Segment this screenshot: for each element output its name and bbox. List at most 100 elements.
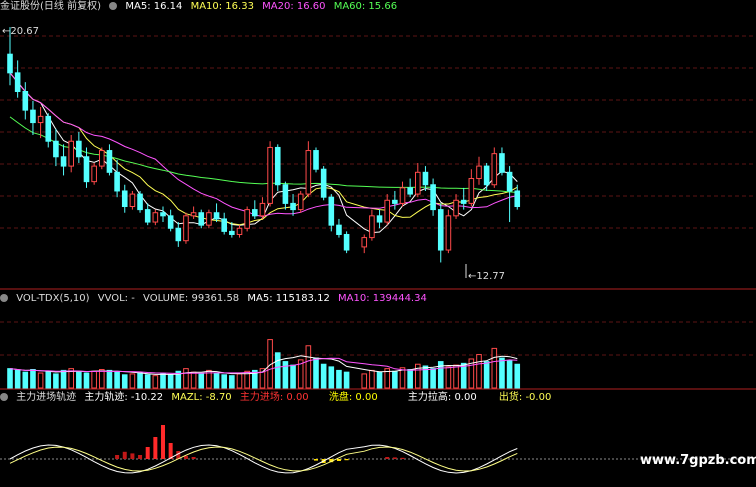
ma5-label: MA5: 16.14 bbox=[125, 1, 183, 12]
candle-body bbox=[221, 218, 227, 232]
candle-body bbox=[499, 153, 505, 173]
candle-body bbox=[297, 193, 304, 211]
volume-bar bbox=[343, 371, 350, 389]
settings-dot-icon[interactable] bbox=[0, 393, 8, 401]
candle-body bbox=[167, 215, 174, 229]
wash-bar bbox=[314, 459, 318, 461]
candle-body bbox=[328, 196, 335, 226]
ma60-label: MA60: 15.66 bbox=[333, 1, 398, 12]
stock-title[interactable]: 金证股份(日线 前复权) bbox=[0, 1, 101, 12]
candle-body bbox=[37, 115, 44, 124]
ma20-line bbox=[9, 72, 518, 218]
ma20-label: MA20: 16.60 bbox=[262, 1, 326, 12]
candle-body bbox=[506, 171, 513, 192]
vol-indicator-name[interactable]: VOL-TDX(5,10) bbox=[16, 293, 89, 304]
candle-body bbox=[259, 202, 266, 217]
candle-body bbox=[392, 199, 398, 204]
main-force-bar bbox=[168, 443, 173, 459]
candle-body bbox=[453, 199, 459, 217]
volume-bar bbox=[506, 360, 513, 389]
main-force-bar bbox=[122, 451, 127, 459]
volume-bar bbox=[236, 373, 243, 389]
candle-body bbox=[137, 193, 143, 211]
volume-bar bbox=[99, 369, 105, 389]
volume-bar bbox=[483, 361, 490, 389]
volume-bar bbox=[53, 373, 59, 389]
candle-body bbox=[175, 227, 182, 242]
candle-body bbox=[30, 109, 36, 124]
candle-body bbox=[468, 178, 475, 204]
mazl-label: MAZL: -8.70 bbox=[171, 392, 232, 403]
candle-body bbox=[491, 153, 498, 186]
main-force-bar bbox=[392, 457, 397, 459]
candle-body bbox=[76, 140, 82, 158]
main-force-bar bbox=[130, 453, 135, 459]
volume-bar bbox=[336, 369, 342, 389]
volume-bar bbox=[45, 370, 52, 389]
candle-body bbox=[121, 190, 128, 208]
candle-body bbox=[213, 212, 220, 220]
candle-body bbox=[422, 171, 429, 186]
candle-body bbox=[282, 184, 289, 204]
volume-bar bbox=[221, 374, 227, 389]
volume-bar bbox=[290, 364, 296, 389]
wash-bar bbox=[336, 459, 341, 461]
candle-body bbox=[305, 150, 312, 195]
high-value: 20.67 bbox=[10, 26, 40, 37]
volume-bar bbox=[305, 345, 312, 389]
candle-body bbox=[206, 212, 212, 226]
candle-body bbox=[144, 209, 151, 223]
high-price-label: ←20.67 bbox=[2, 26, 39, 38]
candle-body bbox=[129, 193, 136, 208]
volume-bar bbox=[30, 369, 36, 389]
volume-bar bbox=[198, 373, 205, 389]
volume-bar bbox=[369, 369, 375, 389]
volume-bar bbox=[213, 372, 220, 389]
volume-bar bbox=[407, 369, 413, 389]
volume-bar bbox=[476, 354, 482, 389]
volume-bar bbox=[514, 363, 521, 389]
indicator-header: 主力进场轨迹 主力轨迹: -10.22 MAZL: -8.70 主力进场: 0.… bbox=[0, 392, 556, 404]
volume-bar bbox=[7, 368, 13, 389]
volume-bar bbox=[430, 368, 436, 389]
main-force-bar bbox=[153, 437, 158, 459]
candle-body bbox=[160, 212, 166, 217]
volume-bar bbox=[114, 371, 120, 389]
volume-bar bbox=[76, 371, 82, 389]
indicator-name[interactable]: 主力进场轨迹 bbox=[16, 392, 76, 403]
volume-bar bbox=[60, 369, 67, 389]
volume-bar bbox=[361, 373, 368, 389]
volume-bar bbox=[453, 364, 459, 389]
settings-dot-icon[interactable] bbox=[0, 294, 8, 302]
volume-bar bbox=[167, 374, 174, 389]
settings-dot-icon[interactable] bbox=[109, 2, 118, 10]
candle-body bbox=[114, 171, 120, 192]
ma10-label: MA10: 16.33 bbox=[190, 1, 254, 12]
indicator-series bbox=[9, 425, 518, 474]
main-force-bar bbox=[191, 457, 196, 459]
volume-bar bbox=[376, 371, 383, 389]
candle-body bbox=[22, 90, 29, 111]
candle-body bbox=[152, 212, 159, 223]
volume-bar bbox=[37, 372, 44, 389]
volume-bar bbox=[328, 366, 335, 389]
candle-body bbox=[483, 165, 490, 186]
candle-body bbox=[343, 233, 350, 251]
vol-ma5-label: MA5: 115183.12 bbox=[247, 293, 330, 304]
candle-body bbox=[445, 215, 452, 251]
candle-body bbox=[460, 199, 467, 204]
volume-bar bbox=[491, 347, 498, 389]
stock-chart bbox=[0, 27, 756, 474]
candle-body bbox=[7, 53, 13, 74]
wash-label: 洗盘: 0.00 bbox=[328, 392, 378, 403]
volume-bar bbox=[144, 374, 151, 389]
volume-bar bbox=[190, 371, 197, 389]
volume-bar bbox=[137, 372, 143, 389]
vvol-label: VVOL: - bbox=[97, 293, 135, 304]
candle-body bbox=[229, 230, 235, 235]
candle-body bbox=[106, 150, 113, 173]
candle-body bbox=[14, 72, 21, 92]
candle-body bbox=[190, 212, 197, 217]
volume-bar bbox=[106, 369, 113, 389]
exit-label: 出货: -0.00 bbox=[498, 392, 552, 403]
